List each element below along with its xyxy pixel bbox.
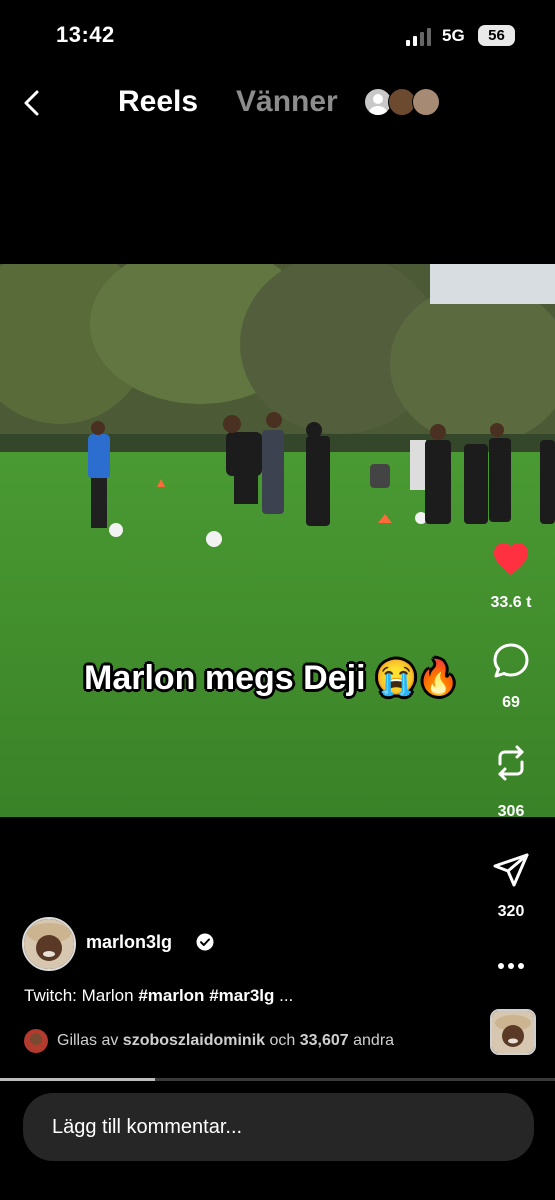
back-chevron-icon[interactable]	[18, 88, 48, 118]
tab-friends[interactable]: Vänner	[236, 85, 338, 119]
video-caption-overlay: Marlon megs Deji 😭🔥	[84, 659, 460, 697]
avatar	[412, 88, 440, 116]
status-time: 13:42	[56, 22, 115, 47]
liker-avatar-image	[24, 1029, 48, 1053]
caption-more[interactable]: ...	[274, 986, 293, 1005]
post-caption[interactable]: Twitch: Marlon #marlon #mar3lg ...	[24, 986, 293, 1006]
network-label: 5G	[442, 26, 465, 45]
reposts-count: 306	[497, 803, 525, 820]
share-icon[interactable]	[492, 852, 530, 890]
caption-text: Twitch: Marlon	[24, 986, 139, 1005]
signal-icon	[406, 28, 431, 46]
shares-count: 320	[497, 903, 525, 920]
liked-prefix: Gillas av	[57, 1032, 123, 1049]
liked-mid: och	[265, 1032, 300, 1049]
repost-icon[interactable]	[492, 744, 530, 782]
liked-suffix: andra	[348, 1032, 395, 1049]
liked-by-user[interactable]: szoboszlaidominik	[123, 1032, 265, 1049]
liker-avatar	[24, 1029, 48, 1053]
audio-thumbnail-image	[492, 1011, 534, 1053]
liked-by-line[interactable]: Gillas av szoboszlaidominik och 33,607 a…	[57, 1032, 394, 1050]
audio-thumbnail[interactable]	[490, 1009, 536, 1055]
hashtag-link[interactable]: #mar3lg	[209, 986, 274, 1005]
video-progress-fill	[0, 1078, 156, 1081]
video-frame	[0, 264, 555, 817]
avatar-image	[24, 919, 74, 969]
hashtag-link[interactable]: #marlon	[138, 986, 204, 1005]
reel-video[interactable]: Marlon megs Deji 😭🔥	[0, 264, 555, 817]
friends-avatars[interactable]	[364, 88, 440, 118]
author-username[interactable]: marlon3lg	[86, 932, 172, 953]
comments-count: 69	[502, 694, 520, 711]
heart-icon[interactable]	[492, 541, 530, 579]
comment-placeholder[interactable]: Lägg till kommentar...	[52, 1116, 242, 1139]
comment-icon[interactable]	[492, 642, 530, 680]
verified-icon	[196, 933, 214, 951]
more-icon[interactable]	[496, 958, 526, 974]
author-avatar[interactable]	[22, 917, 76, 971]
battery-indicator: 56	[478, 25, 515, 46]
tab-reels[interactable]: Reels	[118, 85, 198, 119]
liked-count[interactable]: 33,607	[300, 1032, 349, 1049]
likes-count: 33.6 t	[490, 594, 532, 611]
